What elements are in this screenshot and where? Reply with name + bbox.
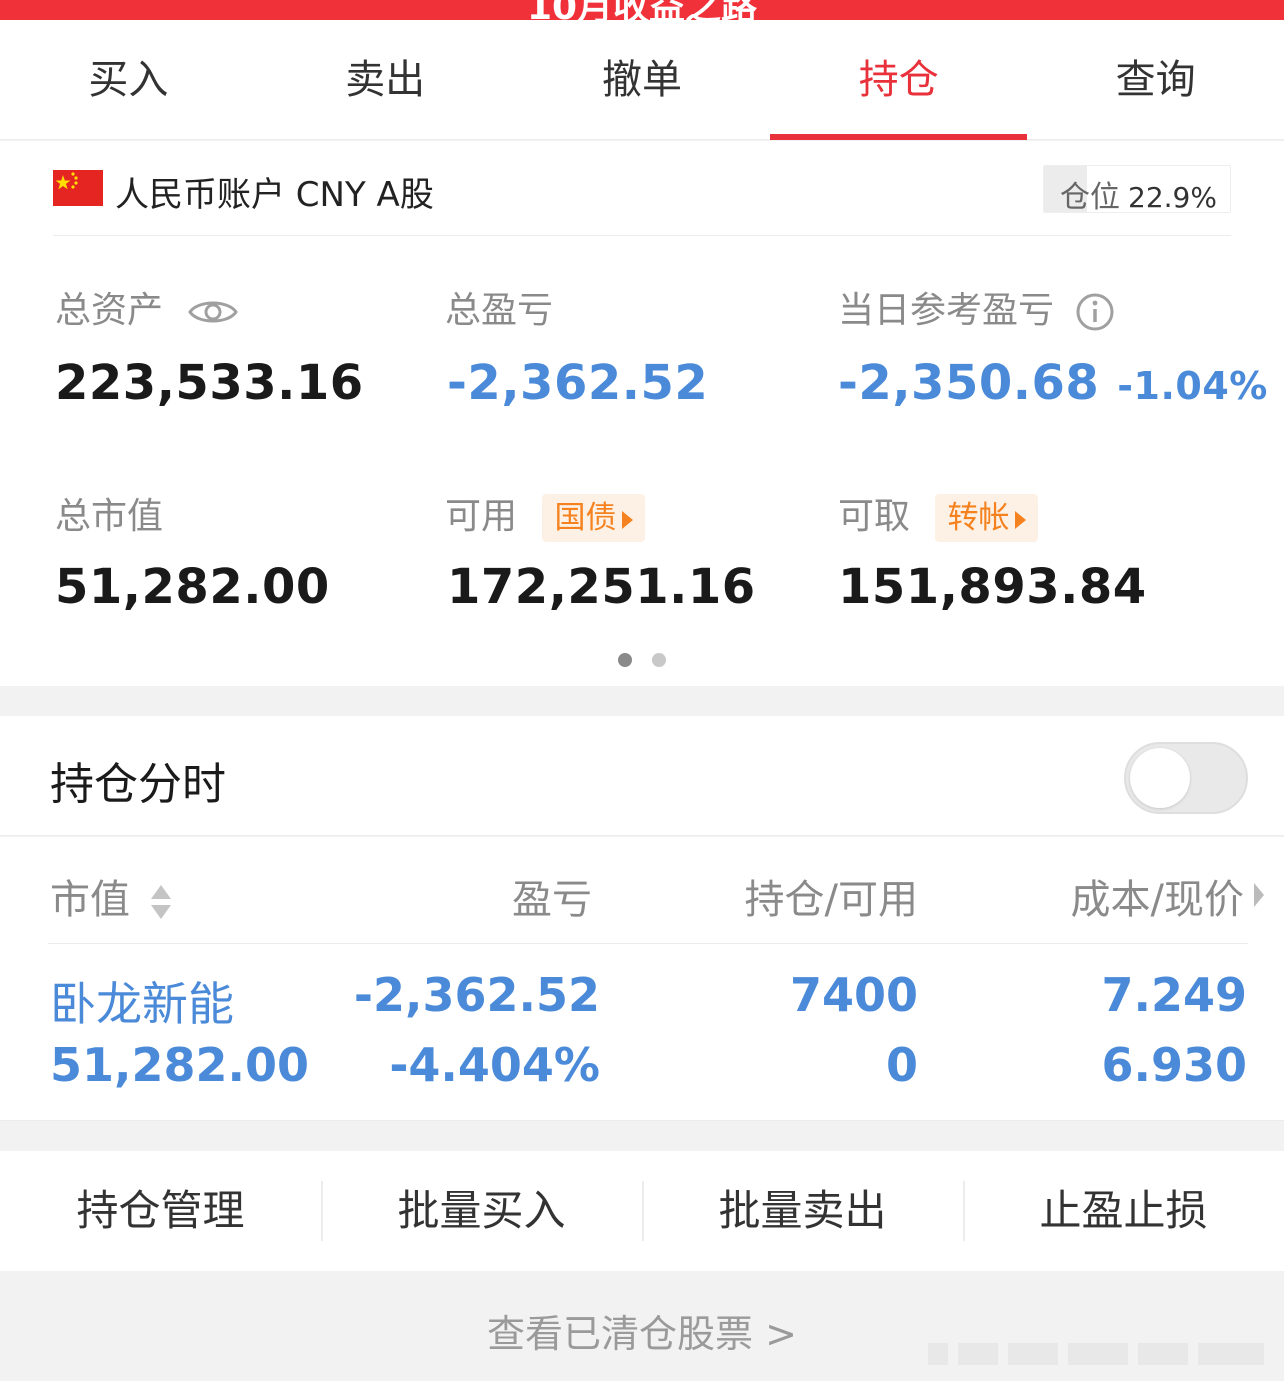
daily-pl-value: -2,350.68 [838,355,1100,411]
transfer-chip-text: 转帐 [947,500,1010,536]
transfer-chip[interactable]: 转帐 [935,494,1039,542]
play-triangle-icon [1015,510,1027,529]
batch-buy-button[interactable]: 批量买入 [321,1151,642,1271]
available-value: 172,251.16 [447,559,756,615]
position-ratio-badge[interactable]: 仓位 22.9% [1043,165,1231,213]
chevron-right-icon[interactable] [1254,883,1264,907]
trade-tabs: 买入 卖出 撤单 持仓 查询 [0,20,1284,140]
account-header: 人民币账户 CNY A股 仓位 22.9% [53,141,1231,236]
page-dot[interactable] [618,653,632,667]
tab-sell[interactable]: 卖出 [257,20,514,139]
timeshare-toggle[interactable] [1124,742,1248,814]
tab-cancel[interactable]: 撤单 [514,20,771,139]
top-banner: 10月收益之路 [0,0,1284,20]
info-icon[interactable] [1075,292,1115,332]
toggle-knob [1130,748,1190,808]
column-header-market-value[interactable]: 市值 [50,867,173,925]
withdrawable-value: 151,893.84 [838,559,1147,615]
watermark-icon [928,1343,1264,1365]
holdings-timeshare: 持仓分时 [0,716,1284,836]
tab-buy[interactable]: 买入 [0,20,257,139]
total-pl-label: 总盈亏 [445,290,554,331]
column-header-cost-price[interactable]: 成本/现价 [1071,867,1244,925]
stock-pl: -2,362.52 [353,968,600,1022]
page-indicator [0,652,1284,671]
stock-market-value: 51,282.00 [50,1038,309,1092]
china-flag-icon [53,170,103,206]
stock-cost: 7.249 [1101,968,1247,1022]
available-label: 可用 国债 [445,487,646,542]
take-profit-stop-loss-button[interactable]: 止盈止损 [963,1151,1284,1271]
column-header-market-value-text: 市值 [50,877,130,923]
position-value: 22.9% [1128,181,1217,213]
column-header-pl[interactable]: 盈亏 [512,867,592,925]
stock-position: 7400 [789,968,918,1022]
timeshare-title: 持仓分时 [50,759,226,810]
daily-pl: -2,350.68 -1.04% [838,355,1268,411]
column-header-position[interactable]: 持仓/可用 [745,867,918,925]
total-assets-label-text: 总资产 [55,290,164,331]
page-dot[interactable] [652,653,666,667]
market-value-value: 51,282.00 [55,559,330,615]
available-label-text: 可用 [445,496,518,537]
cleared-stocks-section: 查看已清仓股票 > [0,1271,1284,1381]
sort-icon [150,885,171,919]
table-row[interactable]: 卧龙新能 51,282.00 -2,362.52 -4.404% 7400 0 … [0,944,1284,1120]
top-banner-text: 10月收益之路 [0,0,1284,20]
stock-price: 6.930 [1101,1038,1247,1092]
withdrawable-label: 可取 转帐 [838,487,1039,542]
cleared-stocks-link[interactable]: 查看已清仓股票 > [487,1271,797,1381]
account-summary: 人民币账户 CNY A股 仓位 22.9% 总资产 总盈亏 当日参考盈亏 223,… [0,141,1284,686]
eye-icon[interactable] [188,297,239,327]
stock-name: 卧龙新能 [50,977,234,1031]
holdings-manage-button[interactable]: 持仓管理 [0,1151,321,1271]
treasury-bond-chip[interactable]: 国债 [542,494,646,542]
total-assets-value: 223,533.16 [55,355,364,411]
tab-query[interactable]: 查询 [1027,20,1284,139]
treasury-bond-chip-text: 国债 [554,500,617,536]
tab-holdings[interactable]: 持仓 [770,20,1027,140]
holdings-actions: 持仓管理 批量买入 批量卖出 止盈止损 [0,1151,1284,1271]
daily-pl-label-text: 当日参考盈亏 [838,290,1055,331]
position-label: 仓位 [1060,180,1120,213]
play-triangle-icon [622,510,634,529]
position-ratio-text: 仓位 22.9% [1060,172,1217,213]
withdrawable-label-text: 可取 [838,496,911,537]
stock-pl-pct: -4.404% [389,1038,600,1092]
market-value-label: 总市值 [55,496,164,537]
daily-pl-label: 当日参考盈亏 [838,281,1115,333]
account-title: 人民币账户 CNY A股 [115,175,434,215]
total-assets-label: 总资产 [55,281,239,333]
holdings-table: 市值 盈亏 持仓/可用 成本/现价 卧龙新能 51,282.00 -2,362.… [0,837,1284,1121]
daily-pl-pct: -1.04% [1117,364,1268,408]
total-pl-value: -2,362.52 [447,355,709,411]
batch-sell-button[interactable]: 批量卖出 [642,1151,963,1271]
stock-available: 0 [885,1038,918,1092]
